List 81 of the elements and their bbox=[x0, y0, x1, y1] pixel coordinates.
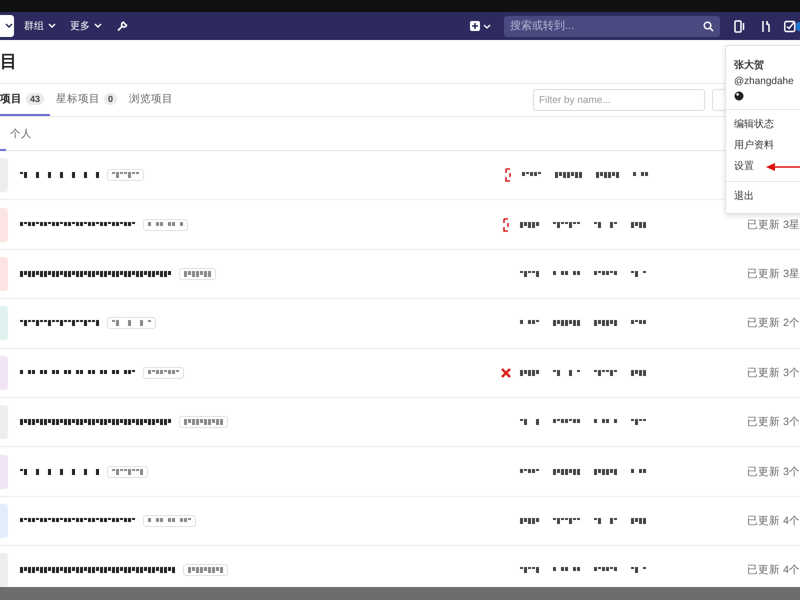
pixelated-text-drawing bbox=[631, 222, 646, 228]
pixelated-text-drawing bbox=[553, 518, 580, 524]
pixelated-text-drawing bbox=[631, 320, 646, 326]
pixelated-text-drawing bbox=[148, 518, 191, 524]
count-badge: 0 bbox=[104, 93, 118, 105]
pixelated-text-drawing bbox=[631, 567, 646, 574]
updated-time: 已更新 3个 bbox=[747, 366, 800, 380]
pixelated-text-drawing bbox=[631, 518, 646, 524]
pixelated-text-drawing bbox=[594, 419, 618, 426]
pixelated-text-drawing bbox=[594, 370, 618, 376]
pixelated-text-drawing bbox=[553, 567, 580, 574]
nav-menu[interactable]: 群组 bbox=[24, 19, 56, 33]
tab[interactable]: 浏览项目 bbox=[129, 84, 180, 116]
ball-icon bbox=[734, 91, 744, 101]
pixelated-text-drawing bbox=[631, 270, 646, 277]
pixelated-text-drawing bbox=[553, 320, 580, 326]
user-name: 张大贺 bbox=[734, 58, 765, 72]
tab[interactable]: 星标项目 0 bbox=[56, 84, 124, 116]
caret-icon bbox=[48, 23, 56, 29]
pixelated-text-drawing bbox=[553, 370, 580, 376]
pixelated-text-drawing bbox=[112, 172, 139, 178]
updated-time: 已更新 4个 bbox=[747, 563, 800, 578]
pixelated-text-drawing bbox=[520, 518, 540, 524]
merge-request-icon[interactable] bbox=[760, 20, 772, 32]
pixelated-text-drawing bbox=[522, 172, 541, 178]
menu-item[interactable]: 退出 bbox=[726, 186, 800, 207]
filter-field[interactable]: Filter by name... bbox=[533, 89, 705, 111]
updated-time: 已更新 3个 bbox=[747, 415, 800, 430]
updated-time: 已更新 2个 bbox=[747, 316, 800, 330]
search-field[interactable]: 搜索或转到... bbox=[504, 16, 720, 36]
caret-icon bbox=[94, 23, 102, 29]
caret-icon bbox=[5, 23, 13, 29]
pixelated-text-drawing bbox=[596, 172, 619, 178]
pointer-arrow bbox=[766, 163, 800, 171]
pixelated-text-drawing bbox=[633, 172, 648, 178]
panel-icon[interactable] bbox=[734, 20, 746, 32]
pixelated-text-drawing bbox=[594, 270, 618, 277]
pixelated-text-drawing bbox=[553, 222, 580, 228]
pixelated-text-drawing bbox=[520, 468, 540, 475]
user-handle: @zhangdahe bbox=[734, 76, 795, 87]
pixelated-text-drawing bbox=[631, 419, 646, 426]
updated-time: 已更新 3星 bbox=[747, 266, 800, 281]
pixelated-text-drawing bbox=[553, 270, 580, 277]
pixelated-text-drawing bbox=[184, 419, 223, 426]
updated-time: 已更新 3个 bbox=[747, 464, 800, 479]
pixelated-text-drawing bbox=[555, 172, 582, 178]
pixelated-text-drawing bbox=[188, 567, 223, 574]
pixelated-text-drawing bbox=[112, 320, 151, 326]
pixelated-text-drawing bbox=[553, 468, 580, 475]
menu-item[interactable]: 用户资料 bbox=[726, 135, 800, 156]
pixelated-text-drawing bbox=[631, 370, 646, 376]
pixelated-text-drawing bbox=[594, 222, 618, 228]
tab[interactable]: 个人 bbox=[0, 117, 32, 150]
pixelated-text-drawing bbox=[184, 270, 211, 277]
pixelated-text-drawing bbox=[520, 370, 540, 376]
count-badge: 43 bbox=[26, 93, 44, 105]
dropdown-button[interactable] bbox=[0, 15, 14, 37]
pixelated-text-drawing bbox=[520, 222, 540, 228]
updated-time: 已更新 3星 bbox=[747, 218, 800, 232]
pixelated-text-drawing bbox=[553, 419, 580, 426]
todo-icon[interactable] bbox=[784, 20, 800, 32]
pixelated-text-drawing bbox=[594, 320, 618, 326]
pixelated-text-drawing bbox=[148, 222, 183, 228]
tab[interactable]: 项目 43 bbox=[0, 84, 50, 116]
plus-icon[interactable] bbox=[470, 20, 492, 32]
pixelated-text-drawing bbox=[594, 468, 618, 475]
menu-item[interactable]: 设置 bbox=[726, 156, 800, 177]
pixelated-text-drawing bbox=[594, 518, 618, 524]
wrench-icon[interactable] bbox=[116, 20, 128, 32]
search-icon[interactable] bbox=[703, 20, 714, 32]
pixelated-text-drawing bbox=[594, 567, 618, 574]
updated-time: 已更新 4个 bbox=[747, 514, 800, 528]
pixelated-text-drawing bbox=[631, 468, 646, 475]
menu-item[interactable]: 编辑状态 bbox=[726, 114, 800, 135]
pixelated-text-drawing bbox=[520, 419, 540, 426]
pixelated-text-drawing bbox=[148, 370, 179, 376]
pixelated-text-drawing bbox=[520, 270, 540, 277]
pixelated-text-drawing bbox=[520, 320, 540, 326]
nav-menu[interactable]: 更多 bbox=[70, 19, 102, 33]
pixelated-text-drawing bbox=[520, 567, 540, 574]
pixelated-text-drawing bbox=[112, 468, 143, 475]
